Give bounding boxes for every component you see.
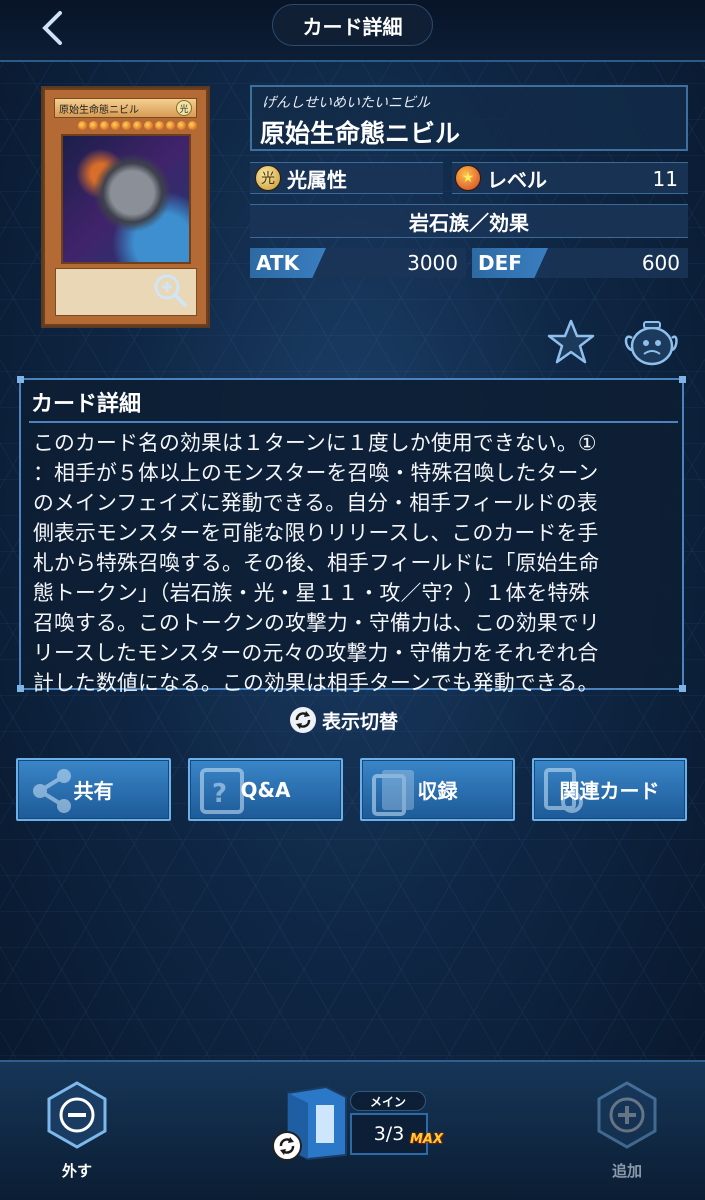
card-effect-text: このカード名の効果は１ターンに１度しか使用できない。① ：相手が５体以上のモンス… <box>33 431 600 695</box>
card-type: 岩石族／効果 <box>250 204 688 238</box>
panel-corner <box>679 685 686 692</box>
refresh-icon <box>290 707 316 733</box>
favorite-button[interactable] <box>546 318 596 364</box>
atk-box: ATK 3000 <box>250 248 466 278</box>
remove-button[interactable] <box>42 1080 112 1150</box>
level-label: レベル <box>487 167 547 192</box>
star-icon <box>547 319 595 364</box>
display-toggle-button[interactable]: 表示切替 <box>290 704 398 736</box>
pack-label: 収録 <box>417 779 458 803</box>
level-star-mark <box>188 121 197 130</box>
related-cards-label: 関連カード <box>559 779 660 803</box>
share-button[interactable]: 共有 <box>16 758 171 821</box>
light-attribute-icon: 光 <box>255 165 281 191</box>
qa-label: Q&A <box>240 777 291 802</box>
display-toggle-label: 表示切替 <box>322 710 399 733</box>
def-value: 600 <box>641 251 680 275</box>
card-artwork <box>61 134 191 264</box>
svg-text:?: ? <box>212 779 227 809</box>
level-star-mark <box>166 121 175 130</box>
back-button[interactable] <box>30 6 74 50</box>
detail-title: カード詳細 <box>31 392 142 417</box>
header-bar: カード詳細 <box>0 0 705 62</box>
panel-corner <box>17 376 24 383</box>
character-button[interactable] <box>622 318 678 368</box>
level-star-mark <box>177 121 186 130</box>
card-name-box: げんしせいめいたいニビル 原始生命態ニビル <box>250 85 688 151</box>
divider <box>29 421 678 423</box>
level-value: 11 <box>652 167 678 191</box>
qa-button[interactable]: ? Q&A <box>188 758 343 821</box>
level-star-mark <box>133 121 142 130</box>
max-badge: MAX <box>410 1132 444 1147</box>
level-star-mark <box>144 121 153 130</box>
pack-icon <box>372 770 414 816</box>
deck-type-tag: メイン <box>350 1091 426 1111</box>
add-label: 追加 <box>611 1162 642 1180</box>
level-star-mark <box>78 121 87 130</box>
share-label: 共有 <box>73 779 114 803</box>
level-star-mark <box>111 121 120 130</box>
level-star-mark <box>122 121 131 130</box>
attribute-box: 光 光属性 <box>250 162 443 194</box>
card-name: 原始生命態ニビル <box>260 119 461 148</box>
level-star-mark <box>89 121 98 130</box>
atk-value: 3000 <box>407 251 458 275</box>
plus-hex-icon <box>597 1081 657 1149</box>
atk-label: ATK <box>250 248 326 278</box>
zoom-in-icon <box>154 274 187 307</box>
chevron-left-icon <box>42 11 62 45</box>
related-cards-button[interactable]: 関連カード <box>532 758 687 821</box>
card-detail-panel: カード詳細 このカード名の効果は１ターンに１度しか使用できない。① ：相手が５体… <box>17 376 686 695</box>
share-icon <box>33 769 71 813</box>
card-image-attribute: 光 <box>176 100 192 116</box>
add-button[interactable] <box>592 1080 662 1150</box>
swap-deck-icon[interactable] <box>272 1131 302 1161</box>
minus-hex-icon <box>47 1081 107 1149</box>
level-box: ★ レベル 11 <box>452 162 688 194</box>
panel-corner <box>679 376 686 383</box>
card-image-name: 原始生命態ニビル <box>59 104 139 116</box>
level-star-icon: ★ <box>455 165 481 191</box>
zoom-button[interactable] <box>150 270 190 310</box>
def-box: DEF 600 <box>472 248 688 278</box>
panel-corner <box>17 685 24 692</box>
card-image-level-stars <box>57 121 197 131</box>
attribute-label: 光属性 <box>287 167 347 192</box>
remove-label: 外す <box>61 1162 92 1180</box>
def-label: DEF <box>472 248 548 278</box>
card-image-name-bar: 原始生命態ニビル 光 <box>54 98 197 118</box>
level-star-mark <box>100 121 109 130</box>
pack-button[interactable]: 収録 <box>360 758 515 821</box>
page-title: カード詳細 <box>272 4 433 46</box>
card-name-ruby: げんしせいめいたいニビル <box>262 95 430 111</box>
pot-of-greed-icon <box>624 321 678 366</box>
level-star-mark <box>155 121 164 130</box>
